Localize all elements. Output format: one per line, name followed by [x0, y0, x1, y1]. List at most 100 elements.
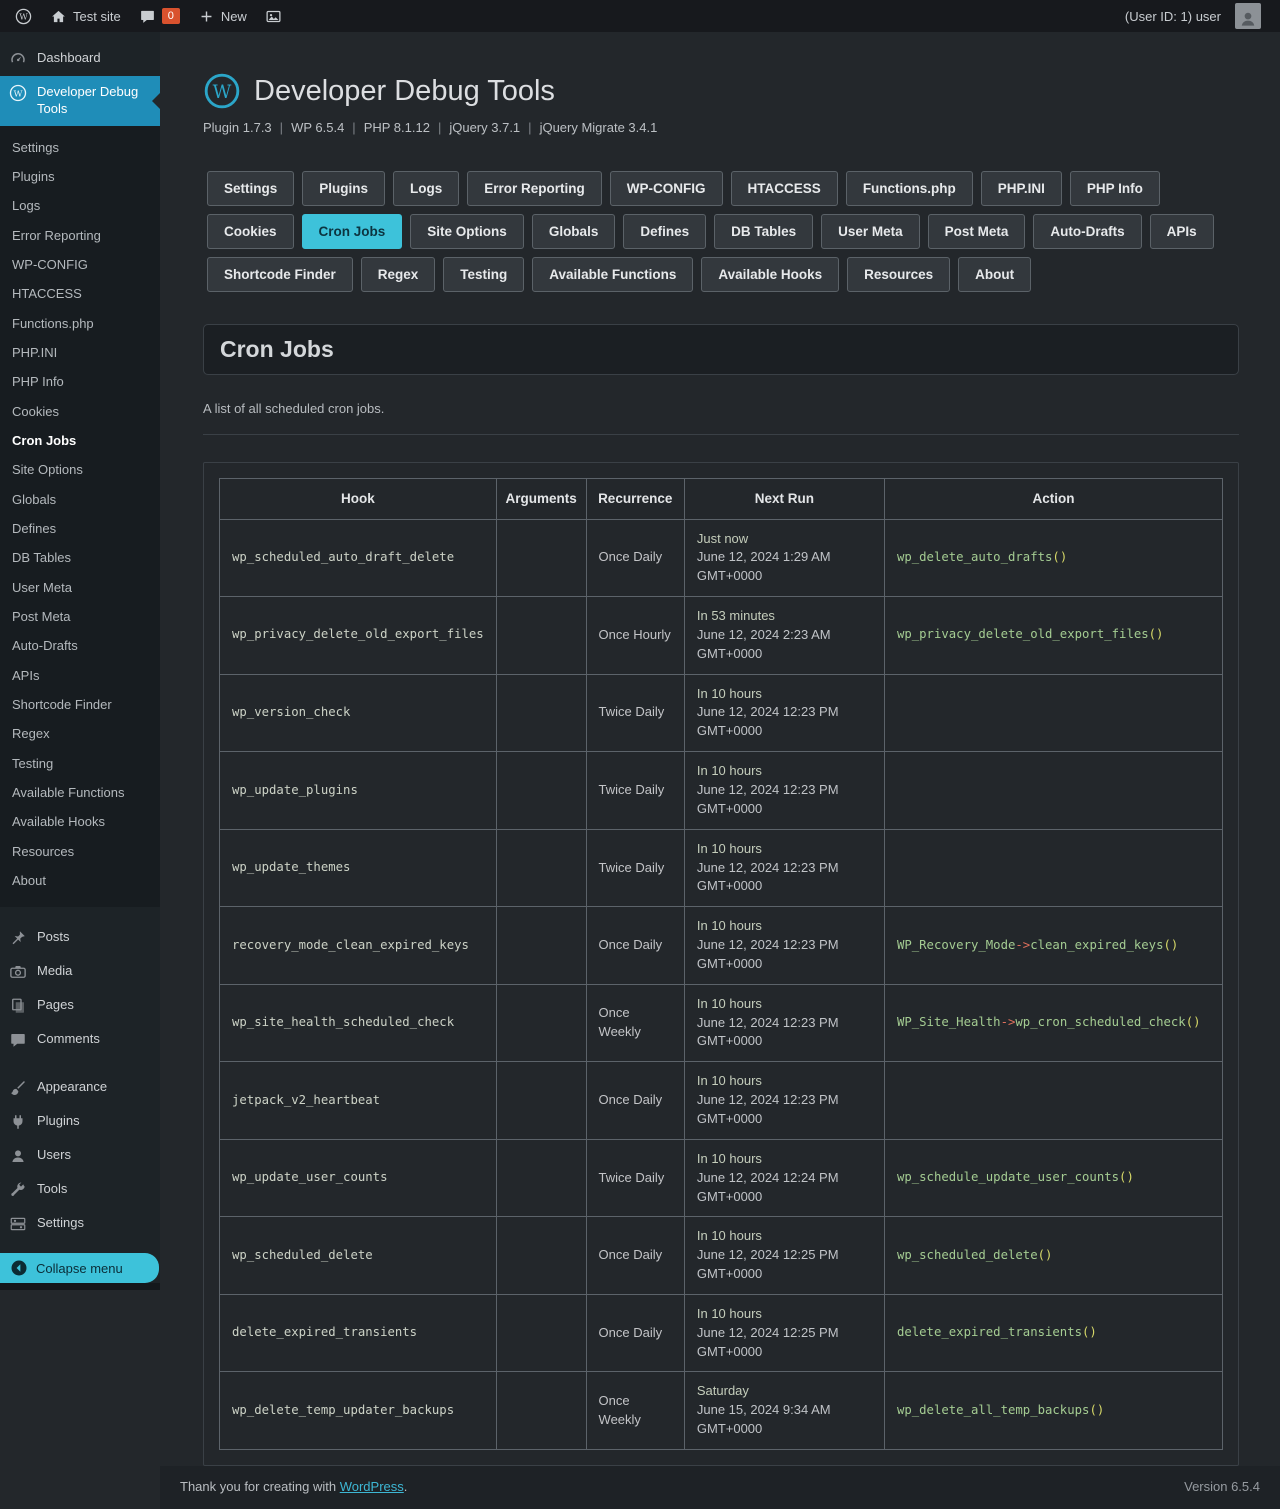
tab-php-ini[interactable]: PHP.INI [981, 171, 1062, 206]
next-run-relative: Just now [697, 530, 872, 549]
hook-name: wp_privacy_delete_old_export_files [232, 627, 484, 641]
hook-name: wp_scheduled_delete [232, 1248, 373, 1262]
sidebar-item-comments[interactable]: Comments [0, 1023, 160, 1057]
tab-resources[interactable]: Resources [847, 257, 950, 292]
tab-cookies[interactable]: Cookies [207, 214, 294, 249]
tab-settings[interactable]: Settings [207, 171, 294, 206]
sidebar-subitem-about[interactable]: About [0, 866, 160, 895]
sidebar-subitem-htaccess[interactable]: HTACCESS [0, 279, 160, 308]
meta-separator: | [280, 120, 283, 135]
tab-globals[interactable]: Globals [532, 214, 616, 249]
tab-plugins[interactable]: Plugins [302, 171, 385, 206]
sidebar-subitem-cron-jobs[interactable]: Cron Jobs [0, 426, 160, 455]
sidebar-subitem-regex[interactable]: Regex [0, 719, 160, 748]
sidebar-subitem-error-reporting[interactable]: Error Reporting [0, 221, 160, 250]
action-cell: wp_scheduled_delete() [884, 1217, 1222, 1295]
sidebar-subitem-shortcode-finder[interactable]: Shortcode Finder [0, 690, 160, 719]
sidebar-subitem-site-options[interactable]: Site Options [0, 455, 160, 484]
cron-row: wp_scheduled_deleteOnce DailyIn 10 hours… [220, 1217, 1223, 1295]
sidebar-subitem-apis[interactable]: APIs [0, 661, 160, 690]
sidebar-subitem-php-info[interactable]: PHP Info [0, 367, 160, 396]
tab-about[interactable]: About [958, 257, 1031, 292]
next-run-cell: In 10 hoursJune 12, 2024 12:25 PM GMT+00… [684, 1217, 884, 1295]
tab-cron-jobs[interactable]: Cron Jobs [302, 214, 403, 249]
avatar [1235, 3, 1261, 29]
sidebar-subitem-settings[interactable]: Settings [0, 133, 160, 162]
sidebar-item-developer-debug-tools[interactable]: W Developer Debug Tools [0, 76, 160, 126]
tab-site-options[interactable]: Site Options [410, 214, 524, 249]
sidebar-subitem-wp-config[interactable]: WP-CONFIG [0, 250, 160, 279]
sidebar-item-posts[interactable]: Posts [0, 921, 160, 955]
next-run-date: June 12, 2024 2:23 AM GMT+0000 [697, 626, 872, 664]
sidebar-item-appearance[interactable]: Appearance [0, 1071, 160, 1105]
sidebar-item-users[interactable]: Users [0, 1139, 160, 1173]
sidebar-item-tools[interactable]: Tools [0, 1173, 160, 1207]
sidebar-subitem-defines[interactable]: Defines [0, 514, 160, 543]
sidebar-subitem-testing[interactable]: Testing [0, 749, 160, 778]
tab-wp-config[interactable]: WP-CONFIG [610, 171, 723, 206]
wp-logo-button[interactable]: W [6, 0, 41, 32]
sidebar-subitem-available-functions[interactable]: Available Functions [0, 778, 160, 807]
action-segment: () [1052, 550, 1067, 564]
tab-php-info[interactable]: PHP Info [1070, 171, 1160, 206]
next-run-relative: In 10 hours [697, 762, 872, 781]
tab-error-reporting[interactable]: Error Reporting [467, 171, 602, 206]
tab-available-hooks[interactable]: Available Hooks [701, 257, 839, 292]
plugin-logo-icon: W [9, 84, 27, 102]
next-run-date: June 12, 2024 12:23 PM GMT+0000 [697, 859, 872, 897]
meta-item: PHP 8.1.12 [364, 120, 430, 135]
sidebar-item-settings[interactable]: Settings [0, 1207, 160, 1241]
hook-cell: jetpack_v2_heartbeat [220, 1062, 497, 1140]
new-content-button[interactable]: New [189, 0, 256, 32]
tab-available-functions[interactable]: Available Functions [532, 257, 693, 292]
wordpress-link[interactable]: WordPress [340, 1479, 404, 1494]
sidebar-item-media[interactable]: Media [0, 955, 160, 989]
sidebar-item-dashboard[interactable]: Dashboard [0, 42, 160, 76]
wordpress-logo-icon: W [15, 8, 32, 25]
sidebar-subitem-plugins[interactable]: Plugins [0, 162, 160, 191]
tab-db-tables[interactable]: DB Tables [714, 214, 813, 249]
account-menu[interactable]: (User ID: 1) user [1116, 0, 1270, 32]
sidebar-item-pages[interactable]: Pages [0, 989, 160, 1023]
posts-icon [9, 929, 27, 947]
cron-table-panel: HookArgumentsRecurrenceNext RunAction wp… [203, 462, 1239, 1466]
sidebar-subitem-db-tables[interactable]: DB Tables [0, 543, 160, 572]
action-segment: clean_expired_keys [1030, 938, 1163, 952]
tab-post-meta[interactable]: Post Meta [928, 214, 1026, 249]
action-cell [884, 1062, 1222, 1140]
sidebar-subitem-available-hooks[interactable]: Available Hooks [0, 807, 160, 836]
tab-auto-drafts[interactable]: Auto-Drafts [1033, 214, 1141, 249]
sidebar-subitem-globals[interactable]: Globals [0, 485, 160, 514]
collapse-menu-button[interactable]: Collapse menu [0, 1253, 159, 1283]
tab-functions-php[interactable]: Functions.php [846, 171, 973, 206]
tab-regex[interactable]: Regex [361, 257, 436, 292]
tab-defines[interactable]: Defines [623, 214, 706, 249]
hook-name: jetpack_v2_heartbeat [232, 1093, 380, 1107]
sidebar-subitem-functions-php[interactable]: Functions.php [0, 309, 160, 338]
tab-testing[interactable]: Testing [443, 257, 524, 292]
sidebar-subitem-user-meta[interactable]: User Meta [0, 573, 160, 602]
sidebar-subitem-php-ini[interactable]: PHP.INI [0, 338, 160, 367]
sidebar-subitem-cookies[interactable]: Cookies [0, 397, 160, 426]
action-segment: () [1082, 1325, 1097, 1339]
tab-shortcode-finder[interactable]: Shortcode Finder [207, 257, 353, 292]
comments-link[interactable]: 0 [130, 0, 189, 32]
sidebar-subitem-logs[interactable]: Logs [0, 191, 160, 220]
tab-logs[interactable]: Logs [393, 171, 459, 206]
sidebar-subitem-post-meta[interactable]: Post Meta [0, 602, 160, 631]
cron-jobs-table: HookArgumentsRecurrenceNext RunAction wp… [219, 478, 1223, 1450]
sidebar-item-plugins[interactable]: Plugins [0, 1105, 160, 1139]
tab-htaccess[interactable]: HTACCESS [731, 171, 838, 206]
recurrence-cell: Once Weekly [586, 1372, 684, 1450]
person-icon [1238, 9, 1258, 29]
sidebar-subitem-auto-drafts[interactable]: Auto-Drafts [0, 631, 160, 660]
site-name-label: Test site [73, 9, 121, 24]
tab-user-meta[interactable]: User Meta [821, 214, 920, 249]
site-name-link[interactable]: Test site [41, 0, 130, 32]
tab-apis[interactable]: APIs [1150, 214, 1214, 249]
next-run-cell: Just nowJune 12, 2024 1:29 AM GMT+0000 [684, 519, 884, 597]
sidebar-subitem-resources[interactable]: Resources [0, 837, 160, 866]
media-toolbar-button[interactable] [256, 0, 291, 32]
tab-bar: SettingsPluginsLogsError ReportingWP-CON… [203, 167, 1239, 296]
hook-name: delete_expired_transients [232, 1325, 417, 1339]
